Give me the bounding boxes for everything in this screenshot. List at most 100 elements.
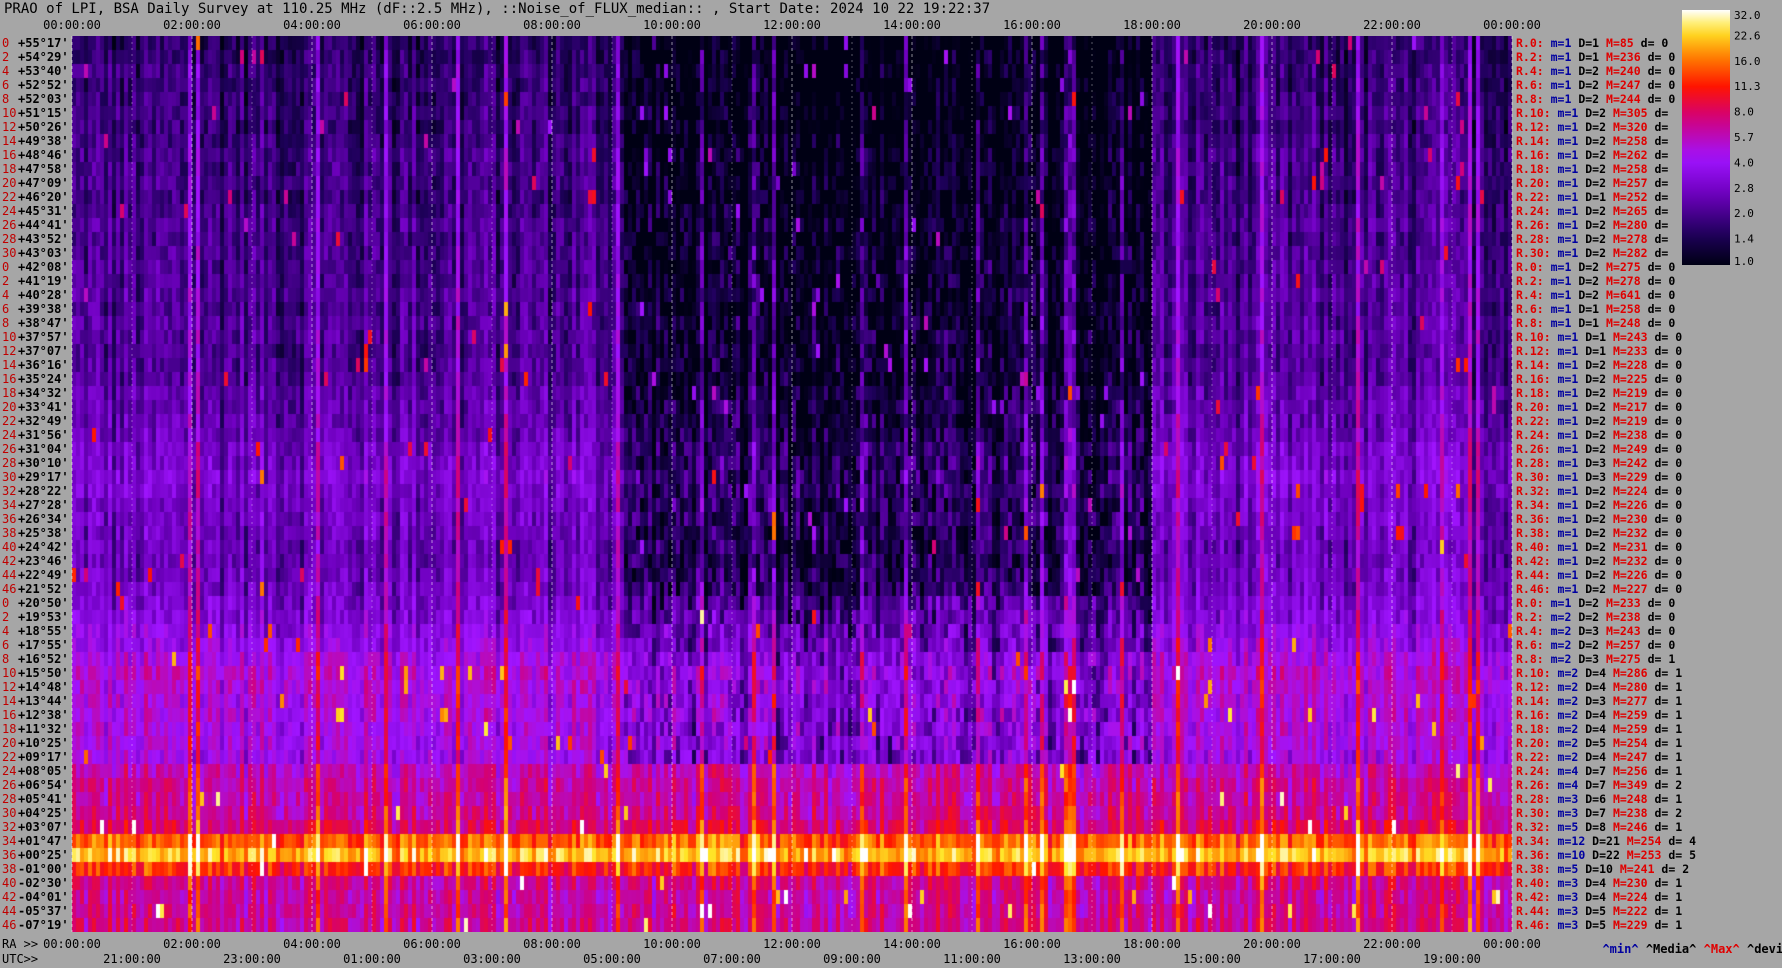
- row-stat: R.14: m=1 D=2 M=258 d=: [1516, 134, 1668, 148]
- row-stat: R.30: m=1 D=3 M=229 d= 0: [1516, 470, 1682, 484]
- row-stat: R.10: m=1 D=2 M=305 d=: [1516, 106, 1668, 120]
- row-index-label: 22: [2, 750, 16, 764]
- row-stat: R.20: m=1 D=2 M=217 d= 0: [1516, 400, 1682, 414]
- row-stat: R.40: m=3 D=4 M=230 d= 1: [1516, 876, 1682, 890]
- declination-tick: +43°52': [18, 232, 69, 246]
- declination-tick: +24°42': [18, 540, 69, 554]
- row-index-label: 2: [2, 274, 9, 288]
- ra-tick: 02:00:00: [163, 937, 221, 951]
- declination-tick: +35°24': [18, 372, 69, 386]
- row-stat: R.22: m=1 D=1 M=252 d=: [1516, 190, 1668, 204]
- row-index-label: 32: [2, 820, 16, 834]
- row-stat: R.28: m=1 D=3 M=242 d= 0: [1516, 456, 1682, 470]
- row-index-label: 24: [2, 428, 16, 442]
- row-index-label: 18: [2, 386, 16, 400]
- declination-tick: +54°29': [18, 50, 69, 64]
- row-stat: R.14: m=1 D=2 M=228 d= 0: [1516, 358, 1682, 372]
- declination-tick: +37°57': [18, 330, 69, 344]
- row-stat: R.26: m=1 D=2 M=280 d=: [1516, 218, 1668, 232]
- row-index-label: 16: [2, 148, 16, 162]
- row-stat: R.32: m=1 D=2 M=224 d= 0: [1516, 484, 1682, 498]
- declination-tick: +14°48': [18, 680, 69, 694]
- row-index-label: 32: [2, 484, 16, 498]
- declination-tick: +11°32': [18, 722, 69, 736]
- row-stat: R.2: m=2 D=2 M=238 d= 0: [1516, 610, 1675, 624]
- row-stat: R.34: m=1 D=2 M=226 d= 0: [1516, 498, 1682, 512]
- row-stat: R.40: m=1 D=2 M=231 d= 0: [1516, 540, 1682, 554]
- row-index-label: 2: [2, 610, 9, 624]
- row-index-label: 40: [2, 540, 16, 554]
- colorbar-tick: 22.6: [1734, 29, 1761, 42]
- row-stat: R.30: m=3 D=7 M=238 d= 2: [1516, 806, 1682, 820]
- row-stat: R.34: m=12 D=21 M=254 d= 4: [1516, 834, 1696, 848]
- legend-min: ^min^: [1602, 942, 1639, 956]
- row-index-label: 22: [2, 190, 16, 204]
- row-index-label: 20: [2, 400, 16, 414]
- declination-tick: +23°46': [18, 554, 69, 568]
- row-stat: R.22: m=1 D=2 M=219 d= 0: [1516, 414, 1682, 428]
- colorbar-tick: 1.4: [1734, 233, 1754, 246]
- declination-tick: +25°38': [18, 526, 69, 540]
- row-stat: R.8: m=1 D=2 M=244 d= 0: [1516, 92, 1675, 106]
- row-index-label: 10: [2, 666, 16, 680]
- row-stat: R.38: m=1 D=2 M=232 d= 0: [1516, 526, 1682, 540]
- declination-tick: +40°28': [18, 288, 69, 302]
- top-time-tick: 00:00:00: [43, 18, 101, 32]
- colorbar-tick: 32.0: [1734, 10, 1761, 22]
- colorbar-gradient: [1682, 10, 1730, 265]
- declination-tick: +55°17': [18, 36, 69, 50]
- row-stat: R.12: m=1 D=2 M=320 d=: [1516, 120, 1668, 134]
- row-stat: R.6: m=2 D=2 M=257 d= 0: [1516, 638, 1675, 652]
- declination-tick: +21°52': [18, 582, 69, 596]
- row-index-label: 12: [2, 344, 16, 358]
- row-stat: R.4: m=1 D=2 M=641 d= 0: [1516, 288, 1675, 302]
- colorbar-tick: 8.0: [1734, 106, 1754, 119]
- row-index-label: 36: [2, 512, 16, 526]
- row-stat: R.10: m=1 D=1 M=243 d= 0: [1516, 330, 1682, 344]
- row-stat: R.16: m=1 D=2 M=262 d=: [1516, 148, 1668, 162]
- row-index-label: 24: [2, 764, 16, 778]
- row-index-label: 46: [2, 582, 16, 596]
- ra-tick: 08:00:00: [523, 937, 581, 951]
- row-stat: R.30: m=1 D=2 M=282 d=: [1516, 246, 1668, 260]
- ra-tick: 22:00:00: [1363, 937, 1421, 951]
- declination-tick: +10°25': [18, 736, 69, 750]
- ra-tick: 12:00:00: [763, 937, 821, 951]
- declination-tick: +36°16': [18, 358, 69, 372]
- row-index-label: 18: [2, 162, 16, 176]
- utc-tick: 15:00:00: [1183, 952, 1241, 966]
- row-stat: R.38: m=5 D=10 M=241 d= 2: [1516, 862, 1689, 876]
- top-time-tick: 10:00:00: [643, 18, 701, 32]
- row-stat: R.24: m=1 D=2 M=238 d= 0: [1516, 428, 1682, 442]
- declination-tick: +47°58': [18, 162, 69, 176]
- declination-tick: +53°40': [18, 64, 69, 78]
- top-time-tick: 22:00:00: [1363, 18, 1421, 32]
- ra-tick: 20:00:00: [1243, 937, 1301, 951]
- utc-tick: 09:00:00: [823, 952, 881, 966]
- declination-tick: +48°46': [18, 148, 69, 162]
- row-stat: R.42: m=1 D=2 M=232 d= 0: [1516, 554, 1682, 568]
- utc-tick: 11:00:00: [943, 952, 1001, 966]
- declination-tick: +52°52': [18, 78, 69, 92]
- declination-tick: +31°04': [18, 442, 69, 456]
- legend-max: ^Max^: [1703, 942, 1740, 956]
- utc-tick: 13:00:00: [1063, 952, 1121, 966]
- declination-tick: +30°10': [18, 456, 69, 470]
- row-stat: R.0: m=1 D=2 M=275 d= 0: [1516, 260, 1675, 274]
- utc-axis-label: UTC>>: [2, 952, 38, 966]
- row-index-label: 44: [2, 568, 16, 582]
- row-stat: R.44: m=1 D=2 M=226 d= 0: [1516, 568, 1682, 582]
- row-stat: R.20: m=1 D=2 M=257 d=: [1516, 176, 1668, 190]
- declination-tick: -07°19': [18, 918, 69, 932]
- declination-tick: +06°54': [18, 778, 69, 792]
- row-index-label: 14: [2, 358, 16, 372]
- declination-tick: -02°30': [18, 876, 69, 890]
- row-index-label: 12: [2, 120, 16, 134]
- row-stat: R.36: m=10 D=22 M=253 d= 5: [1516, 848, 1696, 862]
- utc-tick: 19:00:00: [1423, 952, 1481, 966]
- declination-tick: +47°09': [18, 176, 69, 190]
- declination-tick: +20°50': [18, 596, 69, 610]
- row-index-label: 0: [2, 36, 9, 50]
- row-index-label: 6: [2, 302, 9, 316]
- colorbar-tick: 16.0: [1734, 55, 1761, 68]
